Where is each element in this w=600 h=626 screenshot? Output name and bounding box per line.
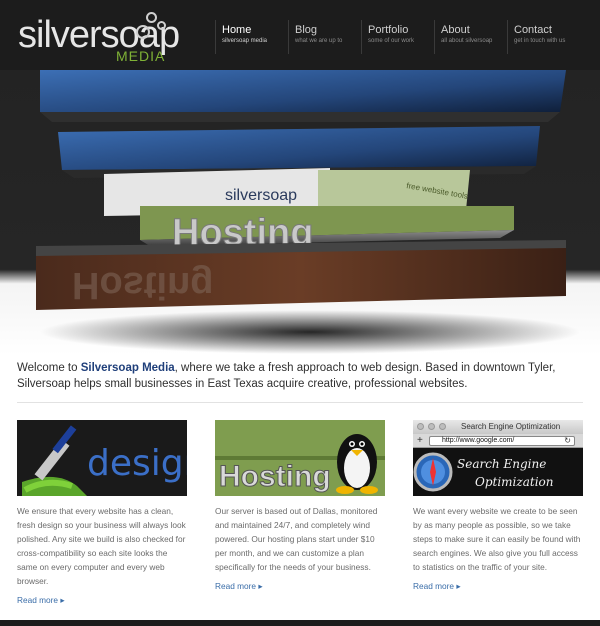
nav-sublabel: some of our work [368,38,415,44]
intro-text: Welcome to Silversoap Media, where we ta… [17,360,587,392]
slab-top-edge [40,112,560,122]
design-thumb-text: design [87,443,187,484]
slab-second [58,126,540,170]
bubble-icon [136,25,150,39]
logo-subtitle: MEDIA [116,48,166,64]
nav-sublabel: all about silversoap [441,38,493,44]
arrow-right-icon: ▸ [456,581,461,591]
hosting-body: Our server is based out of Dallas, monit… [215,506,378,572]
hero-banner: silversoap free website tools Hosting Ho… [0,70,600,355]
seo-body: We want every website we create to be se… [413,506,581,572]
browser-titlebar: Search Engine Optimization [413,420,583,434]
intro-brand: Silversoap Media [80,362,175,374]
read-more-link[interactable]: Read more ▸ [413,581,461,591]
nav-item-contact[interactable]: Contact get in touch with us [507,20,580,54]
feature-design: design We ensure that every website has … [17,420,187,608]
nav-sublabel: what we are up to [295,38,343,44]
seo-line-1: Search Engine [457,457,546,471]
url-field: http://www.google.com/ ↻ [429,436,575,446]
nav-item-about[interactable]: About all about silversoap [434,20,507,54]
divider [17,402,583,403]
arrow-right-icon: ▸ [60,595,65,605]
slab-logo-text: silversoap [225,187,297,204]
read-more-link[interactable]: Read more ▸ [215,581,263,591]
footer-bar [0,620,600,626]
paintbrush-icon: design [22,425,187,496]
read-more-label: Read more [215,581,257,591]
feature-seo: Search Engine Optimization + http://www.… [413,420,583,594]
bubble-icon [146,12,157,23]
feature-hosting: Hosting Our server is based out of Dalla… [215,420,385,594]
nav-item-blog[interactable]: Blog what we are up to [288,20,361,54]
add-tab-icon: + [417,435,423,446]
nav-label: Blog [295,24,318,36]
compass-icon [413,452,453,492]
main-nav: Home silversoap media Blog what we are u… [215,20,580,54]
hosting-thumb-text: Hosting [219,460,331,493]
arrow-right-icon: ▸ [258,581,263,591]
nav-label: Contact [514,24,552,36]
seo-thumbnail[interactable]: Search Engine Optimization + http://www.… [413,420,583,496]
slab-reflection-text: Hosting [72,264,213,306]
intro-before: Welcome to [17,362,81,374]
hero-illustration: silversoap free website tools Hosting Ho… [36,70,580,354]
window-button-icon [417,423,424,430]
browser-urlbar: + http://www.google.com/ ↻ [413,434,583,448]
hosting-illustration: Hosting [215,434,385,494]
design-thumbnail[interactable]: design [17,420,187,496]
read-more-link[interactable]: Read more ▸ [17,595,65,605]
design-body: We ensure that every website has a clean… [17,506,186,586]
hosting-thumbnail[interactable]: Hosting [215,420,385,496]
nav-sublabel: get in touch with us [514,38,566,44]
nav-label: Home [222,24,252,36]
nav-sublabel: silversoap media [222,38,268,44]
seo-banner: Search Engine Optimization [413,452,554,492]
seo-line-2: Optimization [475,475,554,489]
bubble-icon [157,21,166,30]
window-button-icon [439,423,446,430]
read-more-label: Read more [17,595,59,605]
url-text: http://www.google.com/ [442,437,515,444]
window-button-icon [428,423,435,430]
nav-item-home[interactable]: Home silversoap media [215,20,288,54]
nav-label: Portfolio [368,24,409,36]
browser-title: Search Engine Optimization [461,422,561,431]
hero-shadow [40,310,580,354]
penguin-icon [336,434,378,494]
logo[interactable]: silversoap MEDIA [18,8,188,64]
nav-label: About [441,24,470,36]
read-more-label: Read more [413,581,455,591]
slab-top [40,70,566,112]
reload-icon: ↻ [564,436,571,445]
nav-item-portfolio[interactable]: Portfolio some of our work [361,20,434,54]
site-header: silversoap MEDIA Home silversoap media B… [0,0,600,70]
